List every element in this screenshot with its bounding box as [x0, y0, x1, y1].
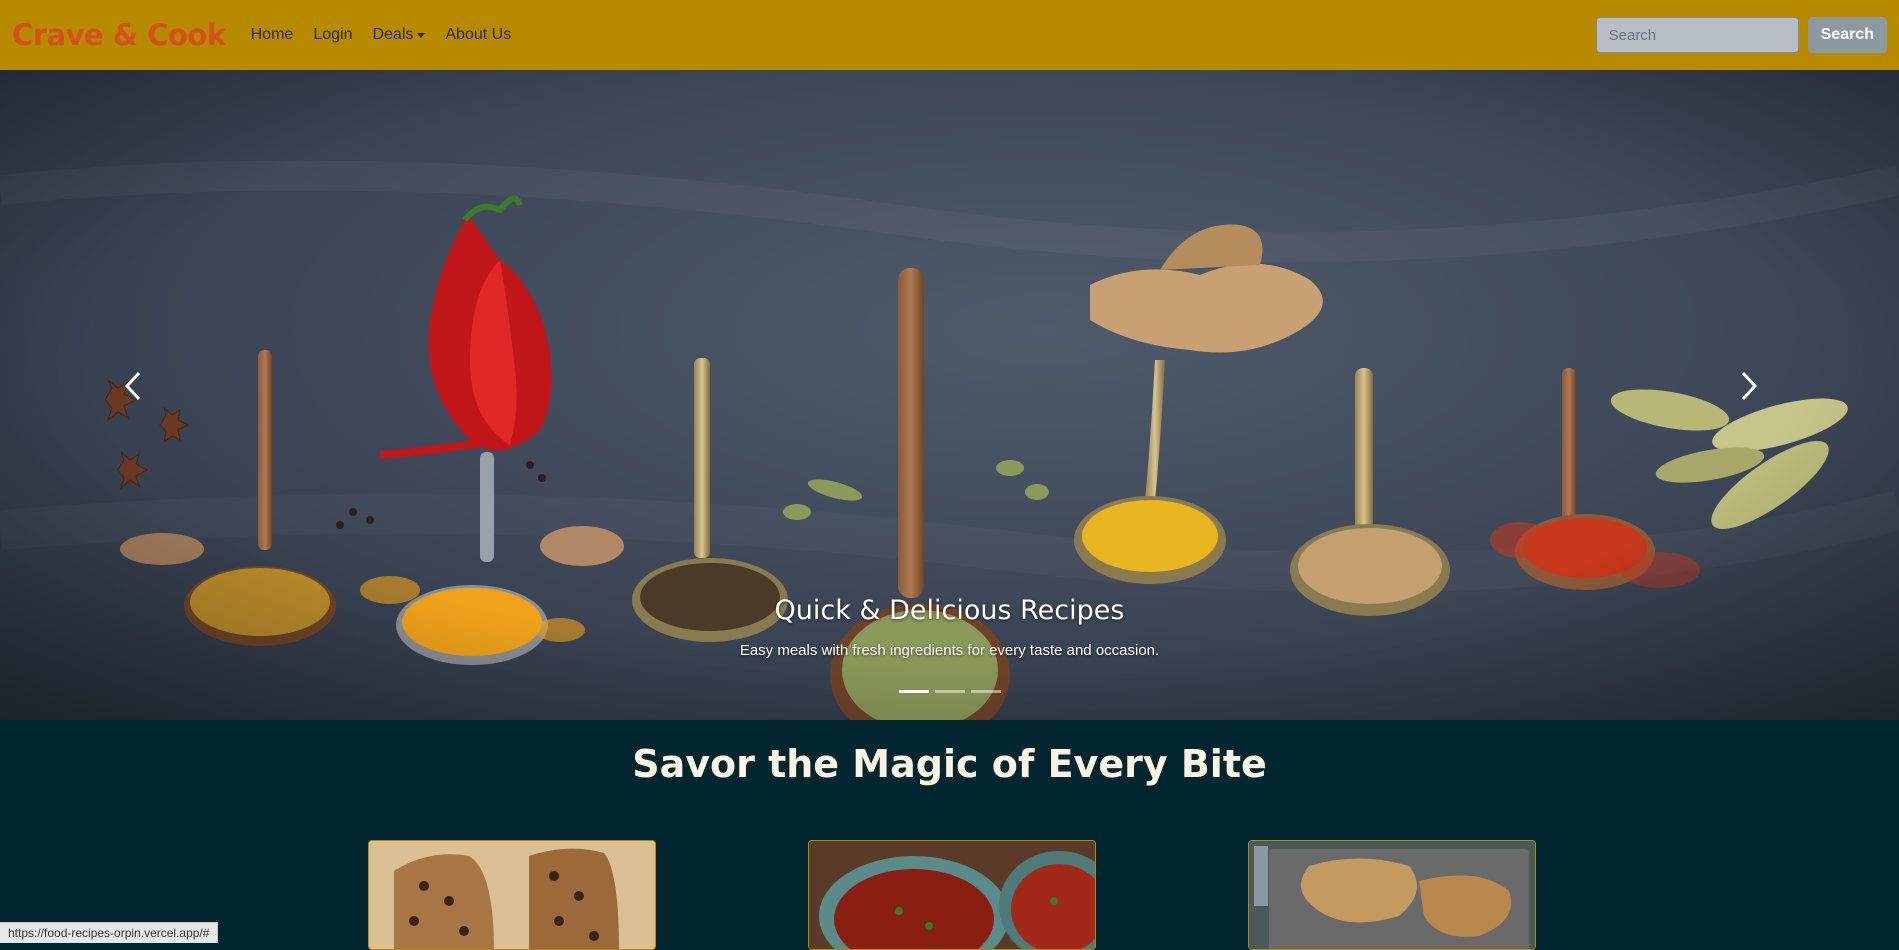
nav-link-login-label: Login — [313, 26, 353, 43]
nav-links: Home Login Deals About Us — [251, 26, 532, 44]
nav-dropdown-deals[interactable]: Deals — [372, 26, 426, 44]
hero-carousel: Quick & Delicious Recipes Easy meals wit… — [0, 70, 1899, 720]
nav-link-login[interactable]: Login — [313, 26, 352, 44]
search-button[interactable]: Search — [1807, 17, 1887, 53]
recipe-card-image — [369, 841, 655, 949]
recipe-card[interactable] — [808, 840, 1096, 950]
recipe-card-image — [1249, 841, 1535, 949]
carousel-indicators — [0, 690, 1899, 693]
hero-caption-title: Quick & Delicious Recipes — [774, 595, 1125, 626]
carousel-indicator[interactable] — [934, 690, 965, 693]
status-bar-url: https://food-recipes-orpin.vercel.app/# — [0, 922, 219, 943]
search-input[interactable] — [1595, 17, 1799, 53]
caret-down-icon — [417, 32, 426, 38]
navbar: Crave & Cook Home Login Deals About Us S… — [0, 0, 1899, 70]
carousel-indicator[interactable] — [898, 690, 929, 693]
search-form: Search — [1595, 17, 1887, 53]
recipe-card[interactable] — [368, 840, 656, 950]
nav-link-about-label: About Us — [445, 26, 512, 43]
carousel-next-button[interactable] — [1739, 370, 1779, 410]
hero-caption-subtitle: Easy meals with fresh ingredients for ev… — [739, 642, 1160, 659]
nav-link-deals-label: Deals — [372, 26, 414, 43]
recipe-card[interactable] — [1248, 840, 1536, 950]
nav-link-home[interactable]: Home — [251, 26, 294, 44]
section-title: Savor the Magic of Every Bite — [632, 742, 1267, 786]
carousel-indicator[interactable] — [970, 690, 1001, 693]
chevron-left-icon — [124, 371, 141, 401]
nav-link-about-us[interactable]: About Us — [445, 26, 511, 44]
nav-link-home-label: Home — [250, 26, 294, 43]
carousel-prev-button[interactable] — [123, 370, 163, 410]
brand-logo[interactable]: Crave & Cook — [12, 18, 226, 52]
chevron-right-icon — [1741, 371, 1758, 401]
recipe-card-image — [809, 841, 1095, 949]
